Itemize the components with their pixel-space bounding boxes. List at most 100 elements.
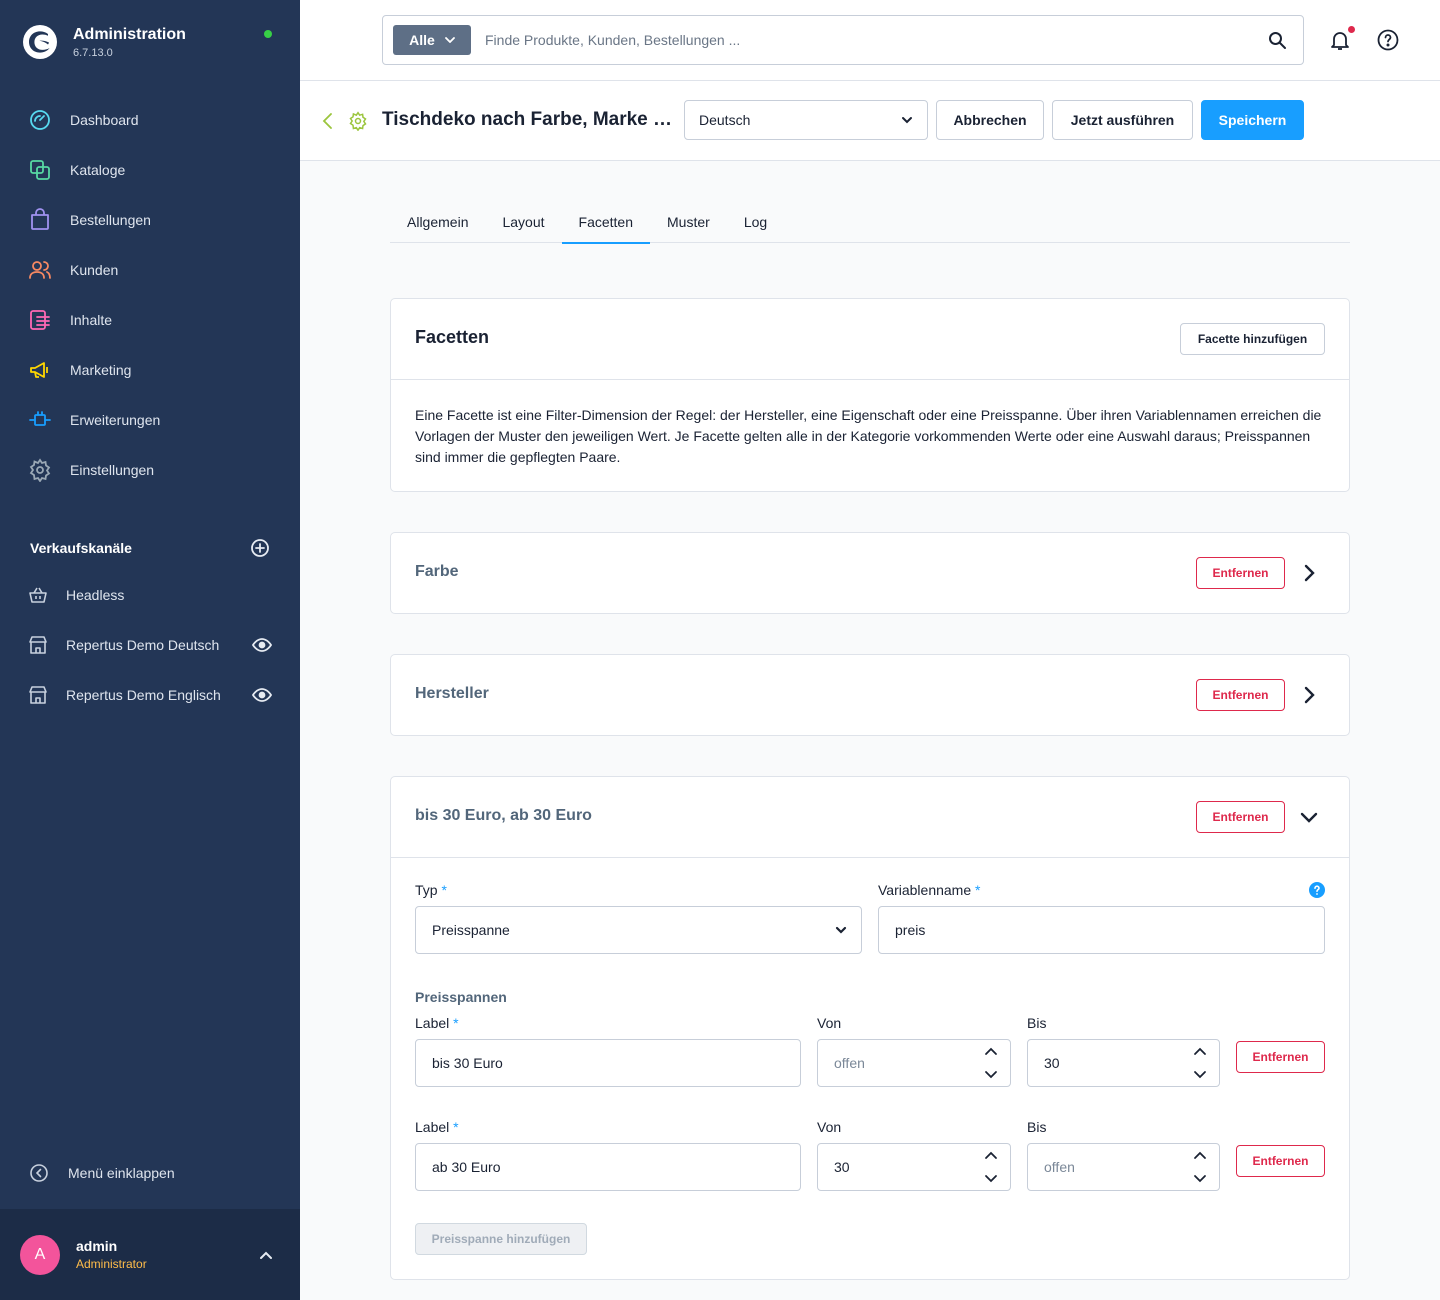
chevron-down-icon[interactable] xyxy=(1299,807,1319,827)
type-label: Typ * xyxy=(415,882,447,898)
search-icon[interactable] xyxy=(1267,30,1287,50)
nav-item-extensions[interactable]: Erweiterungen xyxy=(0,395,300,445)
language-select[interactable]: Deutsch xyxy=(684,100,928,140)
range-label-label: Label * xyxy=(415,1015,459,1031)
facets-description: Eine Facette ist eine Filter-Dimension d… xyxy=(415,407,1322,465)
basket-icon xyxy=(29,587,47,603)
content-icon xyxy=(30,310,50,330)
range-to-input[interactable]: 30 xyxy=(1027,1039,1220,1087)
sales-channels-header: Verkaufskanäle xyxy=(30,538,270,558)
nav-item-content[interactable]: Inhalte xyxy=(0,295,300,345)
add-facet-button[interactable]: Facette hinzufügen xyxy=(1180,323,1325,355)
collapse-menu-label: Menü einklappen xyxy=(68,1165,175,1181)
cancel-button[interactable]: Abbrechen xyxy=(936,100,1044,140)
type-value: Preisspanne xyxy=(432,922,510,938)
number-stepper-icon[interactable] xyxy=(1193,1046,1207,1080)
nav-label: Bestellungen xyxy=(70,212,151,228)
chevron-down-icon xyxy=(444,37,455,43)
storefront-icon xyxy=(29,636,47,654)
remove-facet-button[interactable]: Entfernen xyxy=(1196,801,1285,833)
chevron-right-icon[interactable] xyxy=(1299,563,1319,583)
range-from-input[interactable]: 30 xyxy=(817,1143,1011,1191)
tab-layout[interactable]: Layout xyxy=(485,201,561,243)
nav-item-dashboard[interactable]: Dashboard xyxy=(0,95,300,145)
chevron-up-icon[interactable] xyxy=(260,1251,272,1259)
range-from-label: Von xyxy=(817,1119,842,1135)
type-select[interactable]: Preisspanne xyxy=(415,906,862,954)
range-to-placeholder: offen xyxy=(1044,1159,1075,1175)
range-label-value: ab 30 Euro xyxy=(432,1159,501,1175)
run-now-button[interactable]: Jetzt ausführen xyxy=(1052,100,1193,140)
help-icon[interactable] xyxy=(1376,28,1400,52)
facet-header[interactable]: Hersteller Entfernen xyxy=(391,655,1349,735)
megaphone-icon xyxy=(30,362,48,378)
facet-header[interactable]: Farbe Entfernen xyxy=(391,533,1349,613)
range-from-input[interactable]: offen xyxy=(817,1039,1011,1087)
remove-facet-button[interactable]: Entfernen xyxy=(1196,679,1285,711)
catalog-icon xyxy=(30,160,50,180)
back-arrow-icon[interactable] xyxy=(320,112,336,130)
collapse-menu-button[interactable]: Menü einklappen xyxy=(30,1164,175,1182)
add-price-range-button[interactable]: Preisspanne hinzufügen xyxy=(415,1223,587,1255)
varname-input[interactable]: preis xyxy=(878,906,1325,954)
nav-item-marketing[interactable]: Marketing xyxy=(0,345,300,395)
nav-item-customers[interactable]: Kunden xyxy=(0,245,300,295)
sales-channels-title: Verkaufskanäle xyxy=(30,540,132,556)
notification-badge xyxy=(1348,26,1355,33)
chevron-down-icon xyxy=(835,926,847,934)
save-button[interactable]: Speichern xyxy=(1201,100,1304,140)
brand[interactable]: Administration 6.7.13.0 xyxy=(22,24,186,60)
top-bar: Alle xyxy=(300,0,1440,81)
eye-icon[interactable] xyxy=(252,685,272,705)
facet-card-price: bis 30 Euro, ab 30 Euro Entfernen Typ * … xyxy=(390,776,1350,1280)
remove-range-button[interactable]: Entfernen xyxy=(1236,1145,1325,1177)
range-label-input[interactable]: ab 30 Euro xyxy=(415,1143,801,1191)
varname-label: Variablenname * xyxy=(878,882,981,898)
tab-patterns[interactable]: Muster xyxy=(650,201,727,243)
tab-bar: Allgemein Layout Facetten Muster Log xyxy=(390,201,1350,244)
tab-general[interactable]: Allgemein xyxy=(390,201,485,243)
nav-label: Marketing xyxy=(70,362,132,378)
user-name: admin xyxy=(76,1238,118,1254)
tab-facets[interactable]: Facetten xyxy=(561,201,651,244)
chevron-right-icon[interactable] xyxy=(1299,685,1319,705)
nav-item-catalog[interactable]: Kataloge xyxy=(0,145,300,195)
gear-icon xyxy=(29,458,51,482)
online-status-dot xyxy=(264,30,272,38)
range-to-label: Bis xyxy=(1027,1015,1047,1031)
search-input[interactable] xyxy=(485,32,1267,48)
nav-label: Einstellungen xyxy=(70,462,155,478)
number-stepper-icon[interactable] xyxy=(984,1046,998,1080)
nav-item-orders[interactable]: Bestellungen xyxy=(0,195,300,245)
page-title: Tischdeko nach Farbe, Marke und Preis xyxy=(382,109,682,130)
range-to-input[interactable]: offen xyxy=(1027,1143,1220,1191)
nav-label: Inhalte xyxy=(70,312,113,328)
facet-card-color: Farbe Entfernen xyxy=(390,532,1350,614)
add-circle-icon[interactable] xyxy=(250,538,270,558)
range-label-input[interactable]: bis 30 Euro xyxy=(415,1039,801,1087)
user-menu[interactable]: A admin Administrator xyxy=(0,1209,300,1300)
range-label-label: Label * xyxy=(415,1119,459,1135)
range-from-placeholder: offen xyxy=(834,1055,865,1071)
remove-facet-button[interactable]: Entfernen xyxy=(1196,557,1285,589)
search-type-filter[interactable]: Alle xyxy=(393,25,471,55)
nav-item-settings[interactable]: Einstellungen xyxy=(0,445,300,495)
plug-icon xyxy=(29,411,51,426)
sales-channel-label: Repertus Demo Englisch xyxy=(66,687,221,703)
number-stepper-icon[interactable] xyxy=(1193,1150,1207,1184)
sales-channel-headless[interactable]: Headless xyxy=(0,570,300,620)
range-to-value: 30 xyxy=(1044,1055,1060,1071)
tab-log[interactable]: Log xyxy=(727,201,784,243)
chevron-left-circle-icon xyxy=(30,1164,48,1182)
eye-icon[interactable] xyxy=(252,635,272,655)
remove-range-button[interactable]: Entfernen xyxy=(1236,1041,1325,1073)
help-info-icon[interactable] xyxy=(1309,882,1325,898)
range-from-value: 30 xyxy=(834,1159,850,1175)
smart-bar: Tischdeko nach Farbe, Marke und Preis De… xyxy=(300,81,1440,161)
sales-channel-demo-deutsch[interactable]: Repertus Demo Deutsch xyxy=(0,620,300,670)
facet-header[interactable]: bis 30 Euro, ab 30 Euro Entfernen xyxy=(391,777,1349,858)
user-role: Administrator xyxy=(76,1257,147,1271)
sales-channel-demo-englisch[interactable]: Repertus Demo Englisch xyxy=(0,670,300,720)
number-stepper-icon[interactable] xyxy=(984,1150,998,1184)
nav-label: Erweiterungen xyxy=(70,412,161,428)
